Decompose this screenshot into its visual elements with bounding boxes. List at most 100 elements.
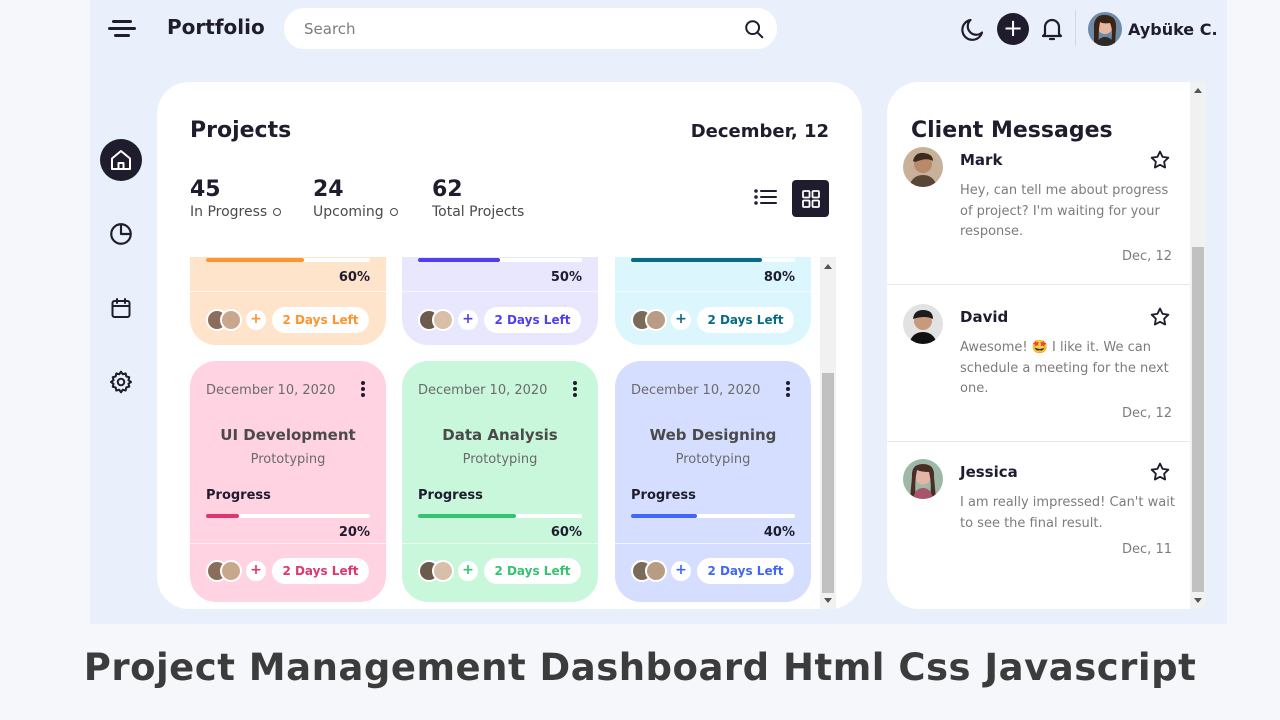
app-logo: Portfolio bbox=[167, 15, 265, 39]
add-participant-button[interactable]: + bbox=[458, 310, 478, 330]
participants bbox=[418, 560, 458, 582]
more-options-icon[interactable] bbox=[360, 379, 366, 399]
progress-percent: 40% bbox=[763, 525, 795, 540]
project-card[interactable]: 50% + 2 Days Left bbox=[402, 257, 598, 345]
message-text: Awesome! 🤩 I like it. We can schedule a … bbox=[960, 340, 1169, 396]
search-bar bbox=[284, 8, 777, 49]
projects-scrollbar[interactable] bbox=[820, 257, 836, 609]
participants bbox=[631, 560, 671, 582]
progress-bar bbox=[631, 514, 795, 518]
stat-label: Total Projects bbox=[432, 204, 525, 220]
add-participant-button[interactable]: + bbox=[458, 561, 478, 581]
star-icon[interactable] bbox=[1149, 461, 1171, 483]
add-participant-button[interactable]: + bbox=[671, 561, 691, 581]
stat-total: 62 Total Projects bbox=[432, 177, 524, 220]
add-participant-button[interactable]: + bbox=[246, 310, 266, 330]
stat-label: Upcoming bbox=[313, 204, 384, 220]
star-icon[interactable] bbox=[1149, 306, 1171, 328]
message-sender: David bbox=[960, 308, 1009, 326]
stat-value: 45 bbox=[190, 177, 221, 202]
message-divider bbox=[887, 441, 1190, 442]
list-view-icon[interactable] bbox=[749, 180, 783, 214]
progress-label: Progress bbox=[631, 488, 696, 503]
project-date: December 10, 2020 bbox=[206, 383, 336, 398]
project-cards-area: 60% + 2 Days Left 50% + 2 Days Left 80% … bbox=[190, 257, 815, 609]
project-date: December 10, 2020 bbox=[631, 383, 761, 398]
progress-bar bbox=[418, 514, 582, 518]
bell-icon[interactable] bbox=[1037, 14, 1067, 44]
project-subtitle: Prototyping bbox=[462, 452, 538, 467]
progress-bar bbox=[206, 514, 370, 518]
message-sender: Jessica bbox=[960, 463, 1018, 481]
more-options-icon[interactable] bbox=[572, 379, 578, 399]
project-name: UI Development bbox=[220, 426, 356, 444]
days-left-badge: 2 Days Left bbox=[484, 307, 581, 333]
add-participant-button[interactable]: + bbox=[246, 561, 266, 581]
project-card[interactable]: December 10, 2020 Data Analysis Prototyp… bbox=[402, 361, 598, 602]
participants bbox=[631, 309, 671, 331]
project-card[interactable]: 60% + 2 Days Left bbox=[190, 257, 386, 345]
add-button[interactable]: + bbox=[997, 13, 1029, 45]
dashboard-app: Portfolio + Aybüke C. bbox=[90, 0, 1227, 624]
sidebar-item-settings[interactable] bbox=[100, 361, 142, 403]
projects-title: Projects bbox=[190, 118, 292, 143]
days-left-badge: 2 Days Left bbox=[272, 307, 369, 333]
star-icon[interactable] bbox=[1149, 149, 1171, 171]
stat-upcoming: 24 Upcoming bbox=[313, 177, 398, 220]
avatar bbox=[903, 147, 943, 187]
progress-percent: 60% bbox=[550, 525, 582, 540]
message-time: Dec, 12 bbox=[1122, 406, 1172, 421]
progress-percent: 60% bbox=[338, 270, 370, 285]
days-left-badge: 2 Days Left bbox=[272, 558, 369, 584]
days-left-badge: 2 Days Left bbox=[484, 558, 581, 584]
add-participant-button[interactable]: + bbox=[671, 310, 691, 330]
search-icon[interactable] bbox=[743, 18, 765, 40]
participants bbox=[418, 309, 458, 331]
moon-icon[interactable] bbox=[958, 14, 988, 44]
search-input[interactable] bbox=[304, 8, 734, 49]
projects-date: December, 12 bbox=[690, 121, 829, 142]
settings-icon bbox=[110, 370, 132, 394]
progress-percent: 50% bbox=[550, 270, 582, 285]
sidebar-item-home[interactable] bbox=[100, 139, 142, 181]
days-left-badge: 2 Days Left bbox=[697, 307, 794, 333]
progress-label: Progress bbox=[418, 488, 483, 503]
project-card[interactable]: December 10, 2020 Web Designing Prototyp… bbox=[615, 361, 811, 602]
project-name: Data Analysis bbox=[442, 426, 558, 444]
message-text: Hey, can tell me about progress of proje… bbox=[960, 183, 1169, 239]
project-card[interactable]: December 10, 2020 UI Development Prototy… bbox=[190, 361, 386, 602]
participants bbox=[206, 560, 246, 582]
messages-panel: Client Messages Mark Hey, can tell me ab… bbox=[887, 82, 1190, 609]
sidebar-item-analytics[interactable] bbox=[100, 213, 142, 255]
stat-label: In Progress bbox=[190, 204, 268, 220]
sidebar-item-calendar[interactable] bbox=[100, 287, 142, 329]
stat-in-progress: 45 In Progress bbox=[190, 177, 282, 220]
pie-chart-icon bbox=[110, 223, 132, 245]
messages-title: Client Messages bbox=[911, 118, 1113, 143]
message-sender: Mark bbox=[960, 151, 1003, 169]
page-caption: Project Management Dashboard Html Css Ja… bbox=[83, 646, 1197, 689]
avatar bbox=[903, 459, 943, 499]
menu-button[interactable] bbox=[108, 18, 136, 40]
project-card[interactable]: 80% + 2 Days Left bbox=[615, 257, 811, 345]
home-icon bbox=[111, 150, 131, 170]
grid-view-button[interactable] bbox=[792, 180, 829, 217]
progress-percent: 80% bbox=[763, 270, 795, 285]
header-divider bbox=[1075, 10, 1076, 46]
project-subtitle: Prototyping bbox=[675, 452, 751, 467]
messages-scrollbar[interactable] bbox=[1190, 82, 1206, 609]
project-date: December 10, 2020 bbox=[418, 383, 548, 398]
stat-value: 62 bbox=[432, 177, 463, 202]
message-text: I am really impressed! Can't wait to see… bbox=[960, 495, 1175, 531]
stat-value: 24 bbox=[313, 177, 344, 202]
project-name: Web Designing bbox=[649, 426, 777, 444]
participants bbox=[206, 309, 246, 331]
calendar-icon bbox=[111, 298, 131, 318]
message-time: Dec, 12 bbox=[1122, 249, 1172, 264]
days-left-badge: 2 Days Left bbox=[697, 558, 794, 584]
project-subtitle: Prototyping bbox=[250, 452, 326, 467]
grid-view-icon bbox=[801, 189, 820, 208]
avatar bbox=[1088, 12, 1122, 46]
more-options-icon[interactable] bbox=[785, 379, 791, 399]
progress-label: Progress bbox=[206, 488, 271, 503]
